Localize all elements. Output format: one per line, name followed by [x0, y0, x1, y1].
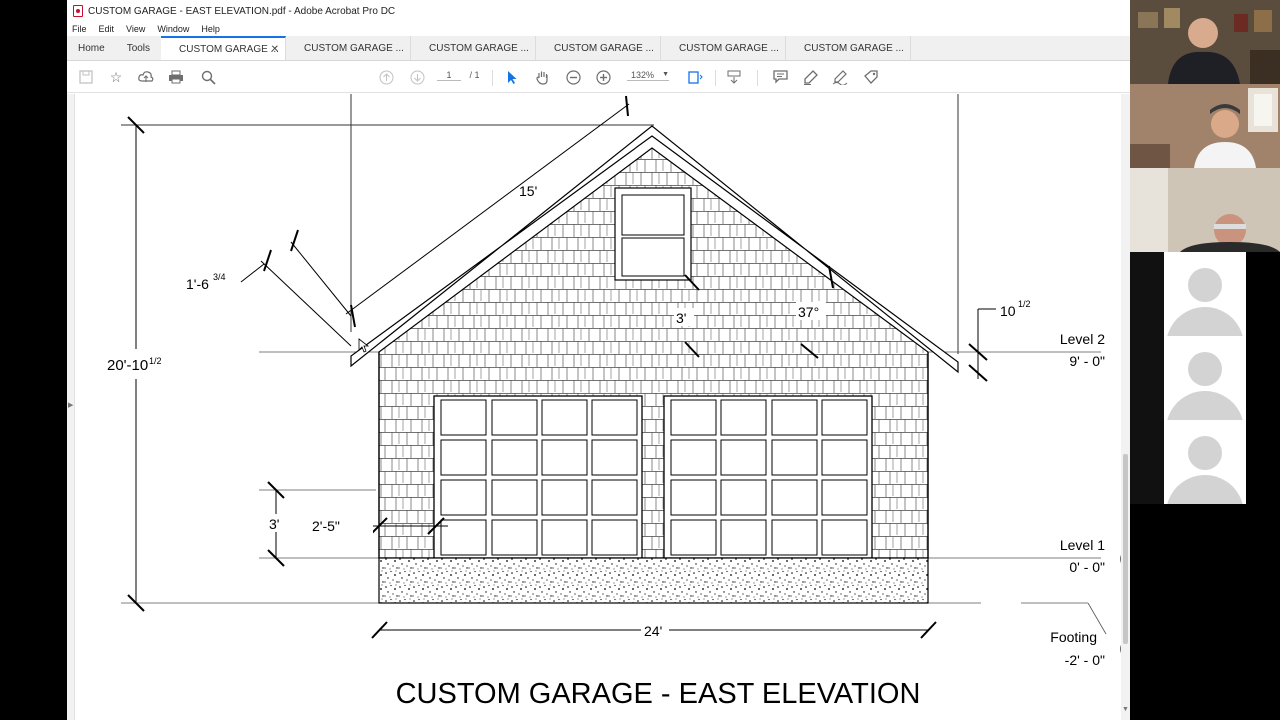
toolbar: ☆ 1 / 1 132% ▼: [67, 61, 1130, 93]
participant-list-muted: [1130, 252, 1246, 504]
participant-avatar-3[interactable]: [1164, 420, 1246, 504]
level-2-name: Level 2: [1060, 331, 1105, 347]
upload-icon[interactable]: [137, 68, 155, 86]
title-bar: CUSTOM GARAGE - EAST ELEVATION.pdf - Ado…: [67, 0, 1130, 22]
dim-wall-right: 10: [1000, 303, 1016, 319]
document-tab-6[interactable]: CUSTOM GARAGE ...: [786, 36, 912, 60]
participant-video-2[interactable]: [1130, 84, 1280, 168]
document-tab-2[interactable]: CUSTOM GARAGE ...: [286, 36, 412, 60]
print-icon[interactable]: [167, 68, 185, 86]
acrobat-window: CUSTOM GARAGE - EAST ELEVATION.pdf - Ado…: [67, 0, 1130, 720]
vertical-scrollbar[interactable]: ▼: [1121, 94, 1130, 720]
dim-total-height-frac: 1/2: [149, 356, 162, 366]
document-tab-3[interactable]: CUSTOM GARAGE ...: [411, 36, 537, 60]
avatar-body: [1166, 475, 1244, 504]
page-number-input[interactable]: 1: [437, 70, 461, 81]
nav-home[interactable]: Home: [67, 36, 116, 60]
dim-total-height: 20'-10: [107, 357, 148, 374]
hand-icon[interactable]: [533, 68, 551, 86]
dim-wall-right-frac: 1/2: [1018, 299, 1031, 309]
garage-door-right: [663, 395, 873, 559]
participant-video-3[interactable]: [1130, 168, 1280, 252]
menu-edit[interactable]: Edit: [99, 24, 115, 34]
document-tab-5[interactable]: CUSTOM GARAGE ...: [661, 36, 787, 60]
sign-icon[interactable]: [831, 68, 849, 86]
elevation-drawing: 20'-10 1/2 15' 1'-6 3/4 10 1/2 3' 37° 3'…: [104, 94, 1121, 710]
footing-elev: -2' - 0": [1065, 652, 1105, 668]
menu-view[interactable]: View: [126, 24, 145, 34]
star-icon[interactable]: ☆: [107, 68, 125, 86]
dim-roof-length: 15': [519, 183, 537, 199]
document-view[interactable]: ▶ 20'-10 1/2 15' 1'-6 3/4 10 1/2 3' 37° …: [67, 94, 1130, 720]
tab-label: CUSTOM GARAGE ...: [429, 42, 529, 54]
menu-window[interactable]: Window: [157, 24, 189, 34]
prev-page-icon[interactable]: [377, 68, 395, 86]
highlight-icon[interactable]: [801, 68, 819, 86]
avatar-body: [1166, 391, 1244, 420]
zoom-out-icon[interactable]: [564, 68, 582, 86]
tab-label: CUSTOM GARAGE ...: [804, 42, 904, 54]
find-icon[interactable]: [199, 68, 217, 86]
select-icon[interactable]: [503, 68, 521, 86]
participant-avatar-1[interactable]: [1164, 252, 1246, 336]
chevron-down-icon[interactable]: ▼: [1122, 706, 1129, 713]
avatar-body: [1166, 307, 1244, 336]
avatar-head: [1188, 436, 1222, 470]
zoom-select[interactable]: 132% ▼: [627, 70, 669, 81]
level-1-name: Level 1: [1060, 537, 1105, 553]
avatar-head: [1188, 352, 1222, 386]
dim-sill: 3': [269, 516, 279, 532]
comment-icon[interactable]: [771, 68, 789, 86]
menu-file[interactable]: File: [72, 24, 87, 34]
dim-overhang: 1'-6: [186, 276, 209, 292]
close-icon[interactable]: ✕: [271, 44, 279, 55]
document-tab-1[interactable]: CUSTOM GARAGE ... ✕: [161, 36, 287, 60]
dim-angle: 37°: [798, 304, 819, 320]
participant-video-1[interactable]: [1130, 0, 1280, 84]
dim-door-offset: 2'-5": [312, 518, 340, 534]
tab-bar: Home Tools CUSTOM GARAGE ... ✕ CUSTOM GA…: [67, 36, 1130, 61]
page-indicator: 1 / 1: [437, 70, 480, 81]
document-tab-4[interactable]: CUSTOM GARAGE ...: [536, 36, 662, 60]
drawing-title: CUSTOM GARAGE - EAST ELEVATION: [396, 678, 921, 710]
chevron-right-icon: ▶: [68, 402, 74, 409]
save-icon[interactable]: [77, 68, 95, 86]
tab-label: CUSTOM GARAGE ...: [179, 43, 279, 55]
dim-window-offset: 3': [676, 310, 686, 326]
scrollbar-thumb[interactable]: [1123, 454, 1128, 644]
fill-sign-icon[interactable]: [862, 68, 880, 86]
navigation-pane-toggle[interactable]: ▶: [67, 94, 75, 720]
dim-width: 24': [644, 623, 662, 639]
nav-tools[interactable]: Tools: [116, 36, 161, 60]
video-call-panel: [1130, 0, 1280, 720]
dim-overhang-frac: 3/4: [213, 272, 226, 282]
pdf-file-icon: [73, 5, 83, 17]
level-2-elev: 9' - 0": [1069, 353, 1105, 369]
window-title: CUSTOM GARAGE - EAST ELEVATION.pdf - Ado…: [88, 5, 396, 17]
zoom-in-icon[interactable]: [594, 68, 612, 86]
page-total: / 1: [469, 70, 480, 80]
garage-door-left: [433, 395, 643, 559]
tab-label: CUSTOM GARAGE ...: [679, 42, 779, 54]
tab-label: CUSTOM GARAGE ...: [554, 42, 654, 54]
menu-help[interactable]: Help: [201, 24, 220, 34]
avatar-head: [1188, 268, 1222, 302]
participant-avatar-2[interactable]: [1164, 336, 1246, 420]
menu-bar: File Edit View Window Help: [67, 22, 1130, 36]
zoom-value: 132%: [631, 70, 655, 80]
next-page-icon[interactable]: [408, 68, 426, 86]
tab-label: CUSTOM GARAGE ...: [304, 42, 404, 54]
footing-name: Footing: [1050, 629, 1097, 645]
fit-page-icon[interactable]: [686, 68, 704, 86]
chevron-down-icon: ▼: [662, 71, 669, 78]
scroll-mode-icon[interactable]: [725, 68, 743, 86]
level-1-elev: 0' - 0": [1069, 559, 1105, 575]
